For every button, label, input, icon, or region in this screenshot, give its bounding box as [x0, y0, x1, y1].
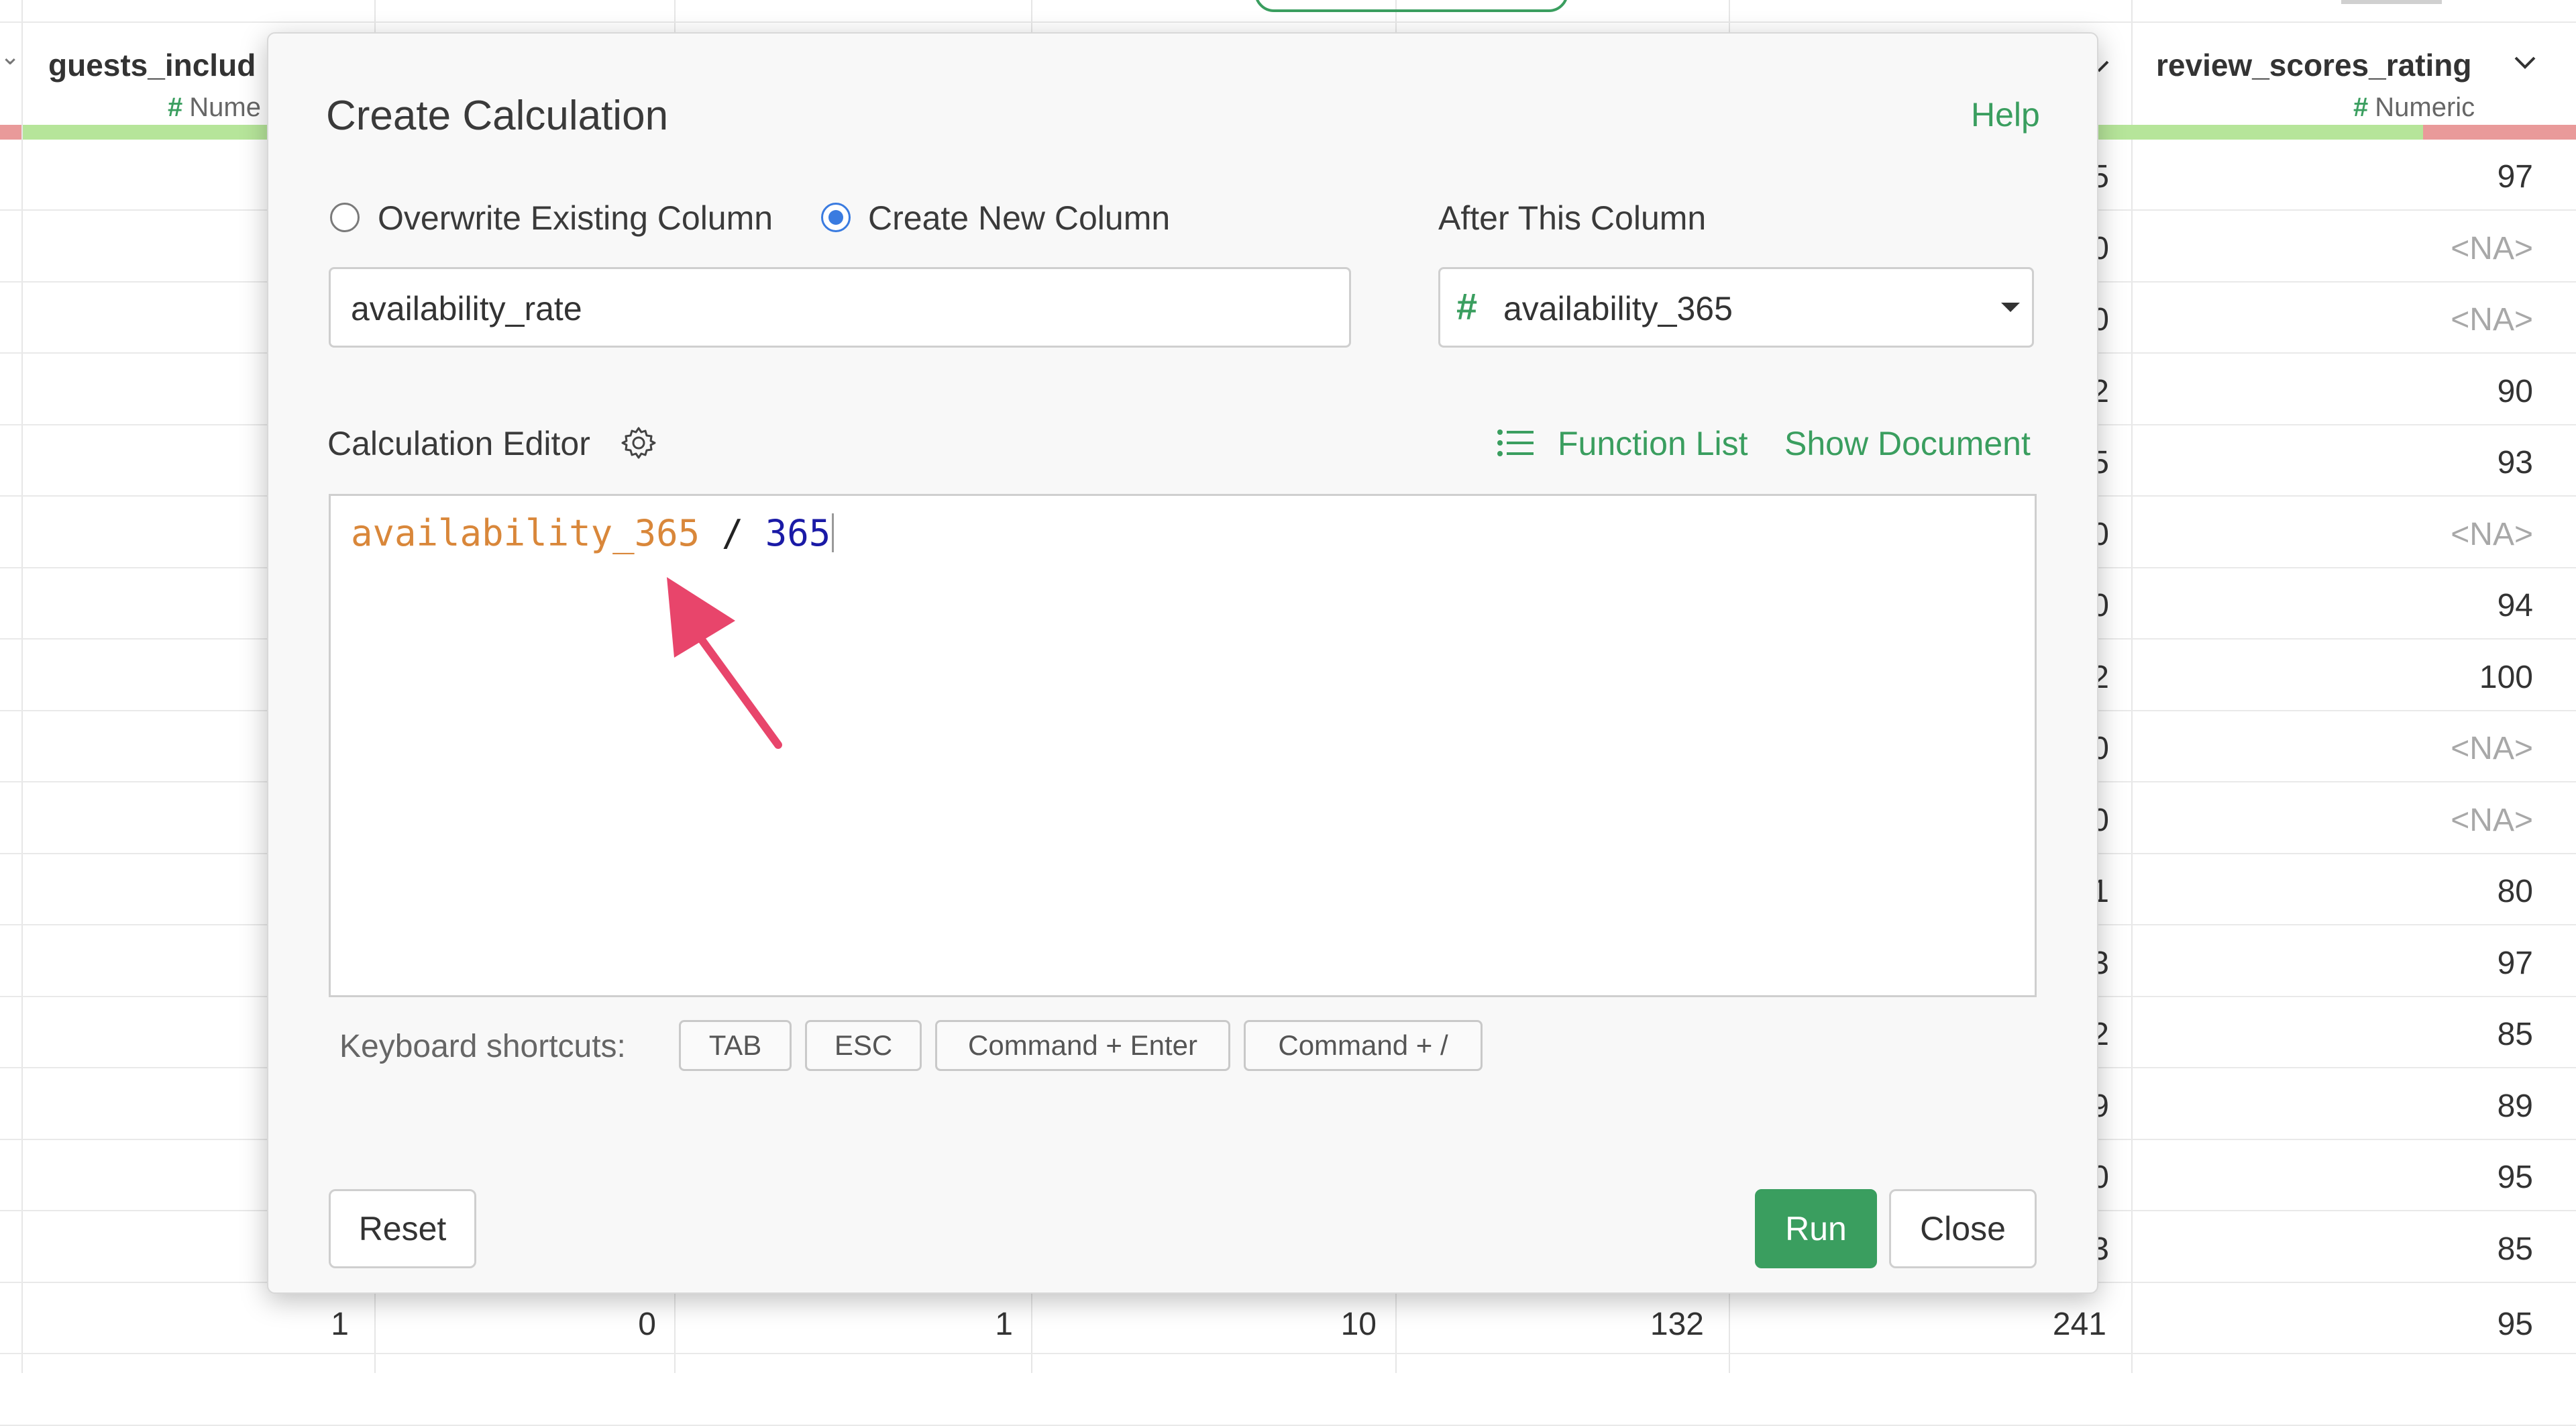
annotation-arrow: [667, 577, 782, 749]
